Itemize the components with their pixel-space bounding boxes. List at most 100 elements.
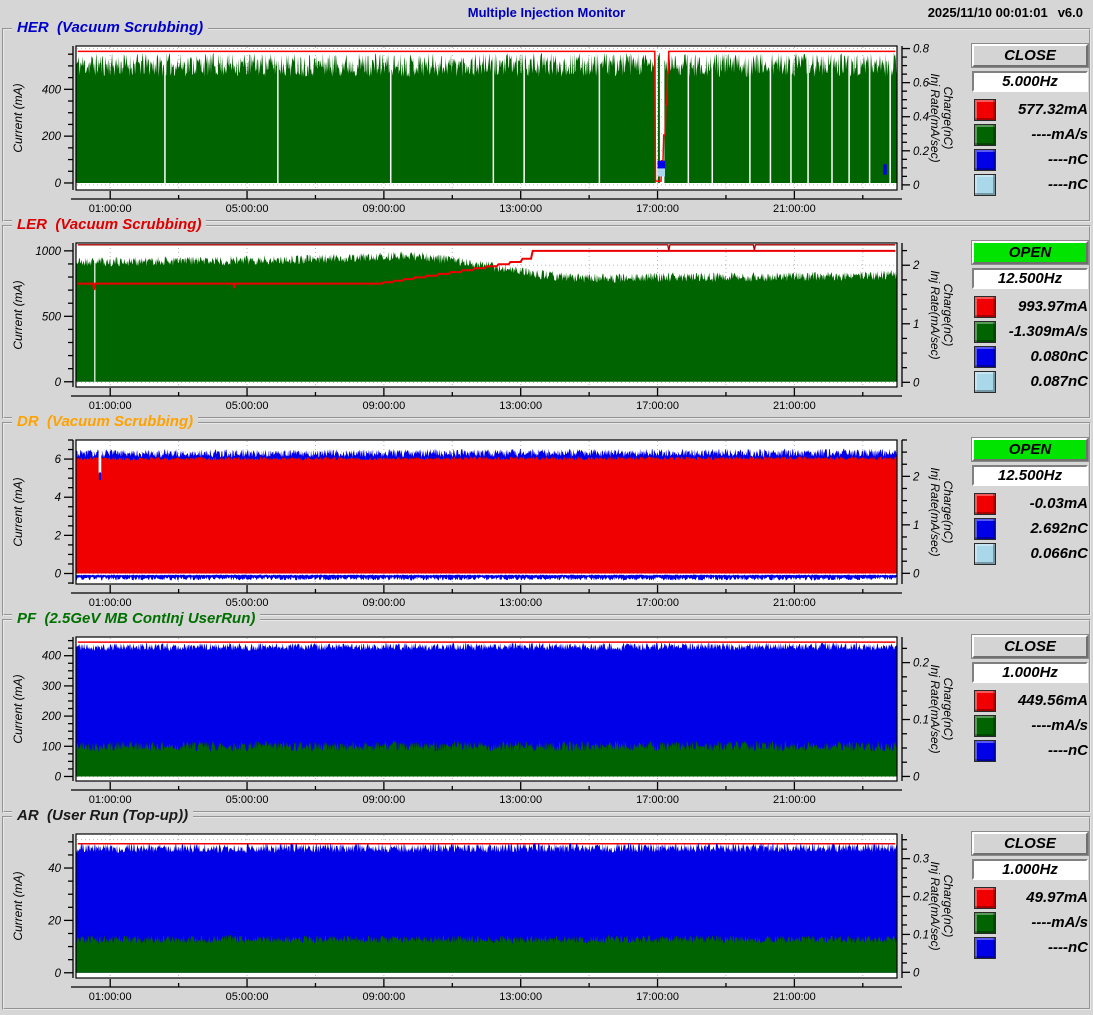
legend-swatch-beam-current[interactable] [974, 99, 996, 121]
panel-LER: LER (Vacuum Scrubbing)0500100001201:00:0… [2, 225, 1091, 419]
her-charge-mark-blue-2 [883, 164, 886, 175]
chart-PF: 010020030040000.10.201:00:0005:00:0009:0… [4, 633, 972, 807]
left-tick-label: 0 [55, 771, 62, 783]
left-axis-label: Current (mA) [11, 477, 25, 546]
datetime-display: 2025/11/10 00:01:01 [928, 5, 1048, 20]
legend-swatch-charge-primary[interactable] [974, 740, 996, 762]
x-tick-label: 13:00:00 [499, 991, 542, 1003]
legend-swatch-charge-primary[interactable] [974, 149, 996, 171]
version-label: v6.0 [1058, 5, 1083, 20]
x-tick-label: 09:00:00 [362, 991, 405, 1003]
legend-swatch-beam-current[interactable] [974, 690, 996, 712]
legend-swatch-charge-primary[interactable] [974, 346, 996, 368]
legend-value-charge-primary: 2.692nC [996, 520, 1088, 537]
header-right: 2025/11/10 00:01:01 v6.0 [918, 5, 1083, 20]
x-tick-label: 09:00:00 [362, 794, 405, 806]
legend-swatch-beam-current[interactable] [974, 493, 996, 515]
ler-rate-display: 12.500Hz [972, 268, 1088, 289]
panel-PF: PF (2.5GeV MB ContInj UserRun)0100200300… [2, 619, 1091, 813]
legend-value-charge-secondary: 0.087nC [996, 373, 1088, 390]
panel-title-AR: AR (User Run (Top-up)) [12, 807, 193, 824]
left-axis-label: Current (mA) [11, 674, 25, 743]
legend-row: 993.97mA [972, 294, 1088, 319]
side-panel-LER: OPEN 12.500Hz 993.97mA -1.309mA/s 0.080nC 0.0… [972, 241, 1088, 394]
left-tick-label: 300 [42, 681, 62, 693]
x-tick-label: 05:00:00 [226, 597, 269, 609]
legend-DR: -0.03mA2.692nC0.066nC [972, 491, 1088, 566]
right-axis-label-line1: Charge(nC) [941, 481, 955, 544]
legend-swatch-injection-rate[interactable] [974, 124, 996, 146]
x-tick-label: 17:00:00 [636, 400, 679, 412]
legend-swatch-injection-rate[interactable] [974, 715, 996, 737]
legend-row: ----mA/s [972, 713, 1088, 738]
panel-title-DR: DR (Vacuum Scrubbing) [12, 413, 198, 430]
legend-value-charge-secondary: 0.066nC [996, 545, 1088, 562]
legend-swatch-charge-secondary[interactable] [974, 543, 996, 565]
left-tick-label: 400 [42, 651, 62, 663]
her-shutter-button[interactable]: CLOSE [972, 44, 1088, 67]
legend-swatch-injection-rate[interactable] [974, 321, 996, 343]
legend-row: ----mA/s [972, 122, 1088, 147]
right-tick-label: 0.6 [913, 78, 930, 90]
right-axis-label-line2: Inj Rate(mA/sec) [928, 270, 942, 359]
x-tick-label: 17:00:00 [636, 991, 679, 1003]
chart-DR: 024601201:00:0005:00:0009:00:0013:00:001… [4, 436, 972, 610]
legend-swatch-charge-primary[interactable] [974, 937, 996, 959]
chart-AR: 0204000.10.20.301:00:0005:00:0009:00:001… [4, 830, 972, 1004]
panel-title-HER: HER (Vacuum Scrubbing) [12, 19, 208, 36]
legend-value-beam-current: 49.97mA [996, 889, 1088, 906]
legend-value-beam-current: 993.97mA [996, 298, 1088, 315]
right-tick-label: 0.3 [913, 854, 930, 866]
x-tick-label: 21:00:00 [773, 400, 816, 412]
legend-HER: 577.32mA----mA/s----nC----nC [972, 97, 1088, 197]
legend-value-injection-rate: -1.309mA/s [996, 323, 1088, 340]
x-tick-label: 17:00:00 [636, 203, 679, 215]
dr-current-area [76, 456, 897, 573]
dr-notch-white [99, 448, 102, 474]
legend-swatch-injection-rate[interactable] [974, 912, 996, 934]
right-tick-label: 0.2 [913, 146, 930, 158]
right-axis-label-line1: Charge(nC) [941, 87, 955, 150]
ar-rate-display: 1.000Hz [972, 859, 1088, 880]
legend-value-injection-rate: ----mA/s [996, 717, 1088, 734]
left-tick-label: 100 [42, 741, 62, 753]
legend-swatch-charge-secondary[interactable] [974, 371, 996, 393]
right-axis-label-line1: Charge(nC) [941, 284, 955, 347]
legend-swatch-charge-primary[interactable] [974, 518, 996, 540]
panel-HER: HER (Vacuum Scrubbing)020040000.20.40.60… [2, 28, 1091, 222]
legend-row: 0.087nC [972, 369, 1088, 394]
x-tick-label: 17:00:00 [636, 794, 679, 806]
left-tick-label: 0 [55, 569, 62, 581]
side-panel-DR: OPEN12.500Hz-0.03mA2.692nC0.066nC [972, 438, 1088, 566]
legend-swatch-charge-secondary[interactable] [974, 174, 996, 196]
left-axis-label: Current (mA) [11, 280, 25, 349]
left-tick-label: 6 [55, 454, 62, 466]
right-tick-label: 0 [913, 967, 920, 979]
legend-swatch-beam-current[interactable] [974, 296, 996, 318]
x-tick-label: 13:00:00 [499, 794, 542, 806]
legend-value-charge-primary: 0.080nC [996, 348, 1088, 365]
x-tick-label: 13:00:00 [499, 400, 542, 412]
legend-value-charge-primary: ----nC [996, 742, 1088, 759]
dr-shutter-button[interactable]: OPEN [972, 438, 1088, 461]
legend-row: 577.32mA [972, 97, 1088, 122]
x-tick-label: 05:00:00 [226, 203, 269, 215]
legend-swatch-beam-current[interactable] [974, 887, 996, 909]
ler-shutter-button[interactable]: OPEN [972, 241, 1088, 264]
legend-PF: 449.56mA----mA/s----nC [972, 688, 1088, 763]
left-tick-label: 4 [55, 492, 61, 504]
panels-container: HER (Vacuum Scrubbing)020040000.20.40.60… [0, 28, 1093, 1013]
ar-shutter-button[interactable]: CLOSE [972, 832, 1088, 855]
legend-row: ----mA/s [972, 910, 1088, 935]
pf-shutter-button[interactable]: CLOSE [972, 635, 1088, 658]
x-tick-label: 21:00:00 [773, 203, 816, 215]
right-tick-label: 1 [913, 319, 919, 331]
legend-value-beam-current: 577.32mA [996, 101, 1088, 118]
side-panel-AR: CLOSE1.000Hz49.97mA----mA/s----nC [972, 832, 1088, 960]
her-charge-mark-blue [658, 161, 666, 169]
legend-value-injection-rate: ----mA/s [996, 914, 1088, 931]
x-tick-label: 01:00:00 [89, 400, 132, 412]
x-tick-label: 21:00:00 [773, 991, 816, 1003]
left-tick-label: 500 [42, 311, 62, 323]
right-tick-label: 0 [913, 377, 920, 389]
